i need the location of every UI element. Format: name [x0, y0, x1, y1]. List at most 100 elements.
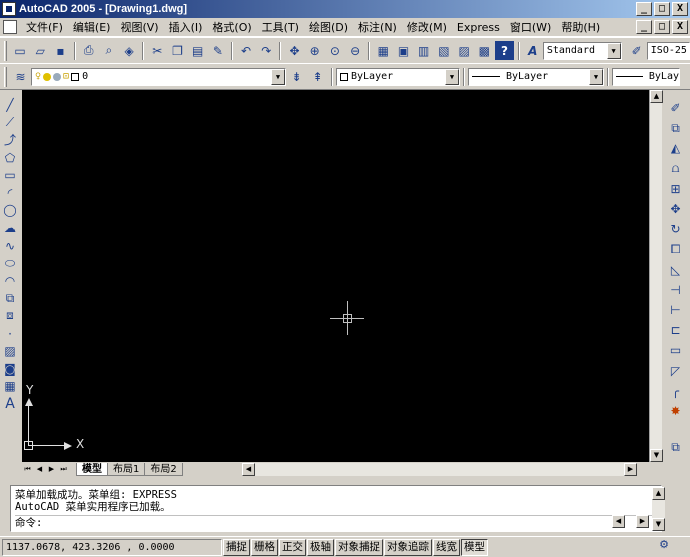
redo-icon[interactable]: ↷: [257, 41, 275, 60]
layer-previous-icon[interactable]: ⇞: [308, 67, 327, 86]
break-icon[interactable]: ⊏: [667, 320, 685, 340]
paste-icon[interactable]: ▤: [189, 41, 207, 60]
print-icon[interactable]: ⎙: [80, 41, 98, 60]
tab-layout2[interactable]: 布局2: [144, 463, 183, 476]
scale-icon[interactable]: ⧠: [667, 239, 685, 259]
otrack-toggle[interactable]: 对象追踪: [384, 538, 432, 556]
pan-icon[interactable]: ✥: [285, 41, 303, 60]
polar-toggle[interactable]: 极轴: [307, 538, 334, 556]
print-preview-icon[interactable]: ⌕: [100, 41, 118, 60]
dim-style-icon[interactable]: ✐: [628, 41, 646, 60]
ortho-toggle[interactable]: 正交: [279, 538, 306, 556]
rotate-icon[interactable]: ↻: [667, 219, 685, 239]
menu-modify[interactable]: 修改(M): [402, 19, 452, 35]
table-icon[interactable]: ▦: [2, 378, 19, 396]
command-scroll-down-button[interactable]: ▼: [652, 518, 665, 531]
copy-icon[interactable]: ❐: [168, 41, 186, 60]
tab-model[interactable]: 模型: [76, 463, 108, 476]
text-style-icon[interactable]: A: [524, 41, 542, 60]
tool-palettes-icon[interactable]: ▥: [415, 41, 433, 60]
hatch-icon[interactable]: ▨: [2, 342, 19, 360]
command-window[interactable]: 菜单加载成功。菜单组: EXPRESS AutoCAD 菜单实用程序已加载。 命…: [10, 485, 662, 532]
cut-icon[interactable]: ✂: [148, 41, 166, 60]
model-toggle[interactable]: 模型: [461, 538, 488, 556]
ellipse-icon[interactable]: ⬭: [2, 254, 19, 272]
menu-dimension[interactable]: 标注(N): [353, 19, 402, 35]
document-icon[interactable]: [3, 20, 17, 34]
stretch-icon[interactable]: ◺: [667, 260, 685, 280]
trim-icon[interactable]: ⊣: [667, 280, 685, 300]
menu-format[interactable]: 格式(O): [207, 19, 256, 35]
chevron-down-icon[interactable]: ▼: [445, 68, 459, 85]
make-current-layer-icon[interactable]: ⇟: [287, 67, 306, 86]
tab-layout1[interactable]: 布局1: [107, 463, 146, 476]
autocad-app-icon[interactable]: [2, 2, 16, 16]
chevron-down-icon[interactable]: ▼: [589, 68, 603, 85]
mirror-icon[interactable]: ◭: [667, 138, 685, 158]
new-icon[interactable]: ▭: [11, 41, 29, 60]
join-icon[interactable]: ▭: [667, 340, 685, 360]
help-icon[interactable]: ?: [495, 41, 514, 60]
grid-toggle[interactable]: 栅格: [251, 538, 278, 556]
markup-icon[interactable]: ▨: [455, 41, 473, 60]
doc-close-button[interactable]: X: [672, 20, 688, 34]
scroll-right-button[interactable]: ▶: [624, 463, 637, 476]
line-icon[interactable]: ╱: [2, 96, 19, 114]
chamfer-icon[interactable]: ◸: [667, 360, 685, 380]
command-scrollbar[interactable]: ▲ ▼: [652, 487, 665, 531]
match-properties-icon[interactable]: ✎: [209, 41, 227, 60]
properties-icon[interactable]: ▦: [374, 41, 392, 60]
scroll-up-button[interactable]: ▲: [650, 90, 663, 103]
offset-icon[interactable]: ⩍: [667, 159, 685, 179]
publish-icon[interactable]: ◈: [120, 41, 138, 60]
last-tab-icon[interactable]: ⏭: [58, 464, 69, 475]
menu-view[interactable]: 视图(V): [115, 19, 163, 35]
menu-window[interactable]: 窗口(W): [505, 19, 556, 35]
menu-draw[interactable]: 绘图(D): [304, 19, 353, 35]
region-icon[interactable]: ◙: [2, 360, 19, 378]
draw-order-icon[interactable]: ⧉: [667, 437, 685, 457]
spline-icon[interactable]: ∿: [2, 237, 19, 255]
menu-insert[interactable]: 插入(I): [164, 19, 208, 35]
horizontal-scrollbar[interactable]: ◀ ▶: [242, 463, 637, 476]
minimize-button[interactable]: _: [636, 2, 652, 16]
multiline-text-icon[interactable]: A: [2, 395, 19, 413]
calc-icon[interactable]: ▩: [475, 41, 493, 60]
command-scroll-right-button[interactable]: ▶: [636, 515, 649, 528]
chevron-down-icon[interactable]: ▼: [606, 42, 621, 59]
polyline-icon[interactable]: ⤴: [2, 131, 19, 149]
menu-edit[interactable]: 编辑(E): [68, 19, 116, 35]
scroll-down-button[interactable]: ▼: [650, 449, 663, 462]
rectangle-icon[interactable]: ▭: [2, 166, 19, 184]
extend-icon[interactable]: ⊢: [667, 300, 685, 320]
insert-block-icon[interactable]: ⧉: [2, 290, 19, 308]
linetype-select[interactable]: ByLayer ▼: [468, 67, 604, 86]
explode-icon[interactable]: ✸: [667, 401, 685, 421]
copy-object-icon[interactable]: ⧉: [667, 118, 685, 138]
command-prompt[interactable]: 命令:: [15, 515, 657, 529]
undo-icon[interactable]: ↶: [237, 41, 255, 60]
circle-icon[interactable]: ◯: [2, 202, 19, 220]
chevron-down-icon[interactable]: ▼: [271, 68, 285, 85]
menu-tools[interactable]: 工具(T): [257, 19, 304, 35]
move-icon[interactable]: ✥: [667, 199, 685, 219]
open-icon[interactable]: ▱: [31, 41, 49, 60]
text-style-select[interactable]: Standard ▼: [542, 41, 622, 60]
menu-express[interactable]: Express: [452, 21, 505, 34]
vertical-scrollbar[interactable]: ▲ ▼: [649, 90, 663, 462]
color-select[interactable]: ByLayer ▼: [336, 67, 460, 86]
drawing-canvas[interactable]: Y X: [22, 90, 649, 462]
erase-icon[interactable]: ✐: [667, 98, 685, 118]
menu-file[interactable]: 文件(F): [21, 19, 68, 35]
fillet-icon[interactable]: ╭: [667, 381, 685, 401]
revision-cloud-icon[interactable]: ☁: [2, 219, 19, 237]
menu-help[interactable]: 帮助(H): [556, 19, 605, 35]
save-icon[interactable]: ▪: [51, 41, 69, 60]
array-icon[interactable]: ⊞: [667, 179, 685, 199]
snap-toggle[interactable]: 捕捉: [223, 538, 250, 556]
ellipse-arc-icon[interactable]: ◠: [2, 272, 19, 290]
zoom-realtime-icon[interactable]: ⊕: [306, 41, 324, 60]
prev-tab-icon[interactable]: ◀: [34, 464, 45, 475]
polygon-icon[interactable]: ⬠: [2, 149, 19, 167]
layer-manager-icon[interactable]: ≋: [11, 67, 30, 86]
